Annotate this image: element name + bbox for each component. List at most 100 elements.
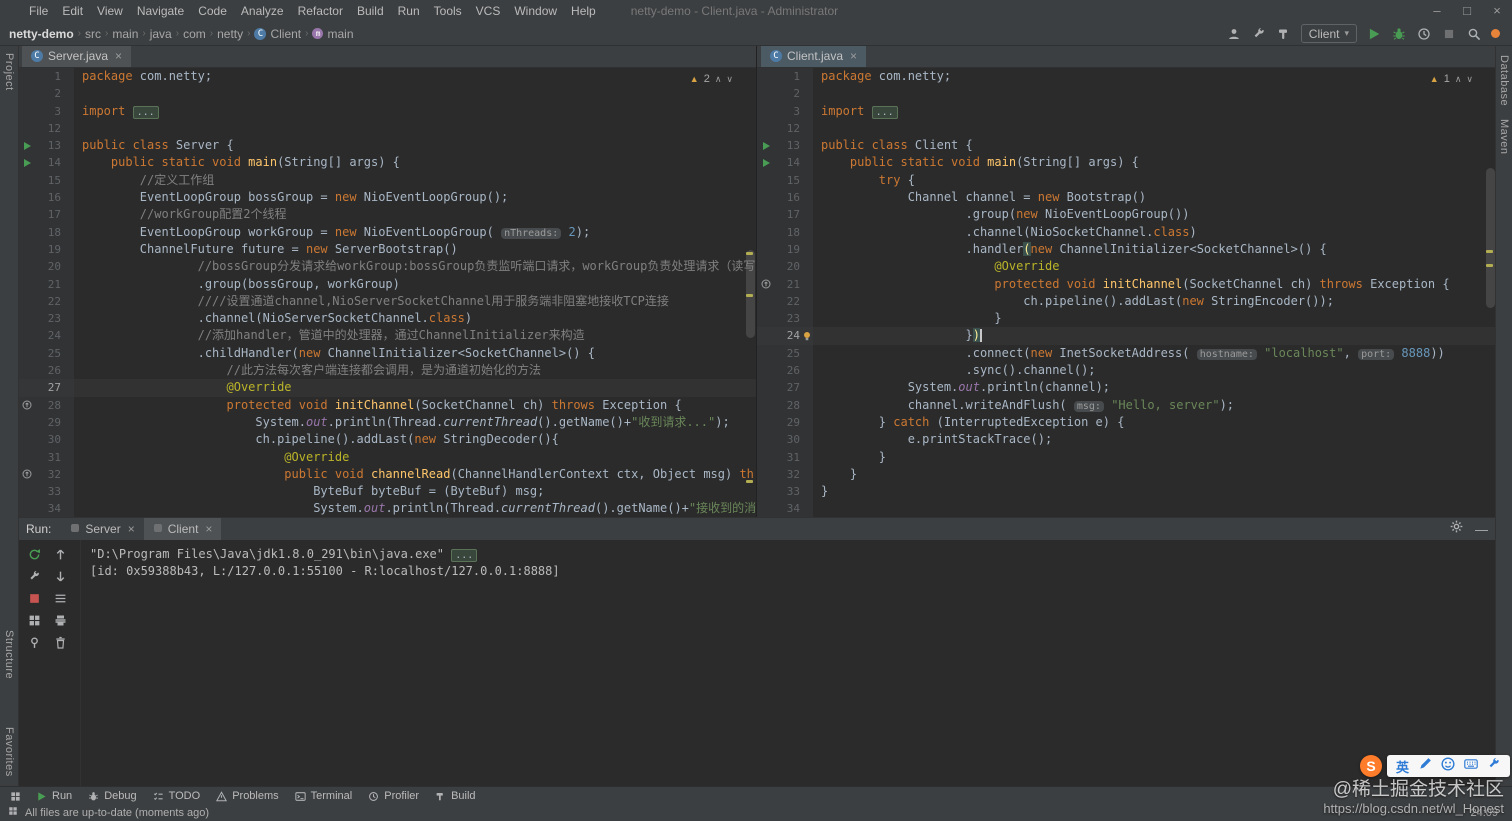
inspections-widget[interactable]: ▲ 2 ∧ ∨ [684, 72, 738, 86]
next-error-icon[interactable]: ∨ [1466, 74, 1473, 85]
gutter[interactable]: 32 [757, 465, 813, 484]
pen-icon[interactable] [1418, 757, 1432, 776]
line-number[interactable]: 33 [774, 483, 800, 500]
toolwindow-button-problems[interactable]: Problems [208, 787, 286, 805]
line-number[interactable]: 16 [774, 189, 800, 206]
breadcrumb-item-src[interactable]: src [82, 27, 104, 41]
gutter[interactable]: 2 [18, 85, 74, 103]
code-line[interactable]: 21 protected void initChannel(SocketChan… [757, 275, 1496, 293]
gutter[interactable]: 16 [757, 189, 813, 207]
toolwindow-button-build[interactable]: Build [427, 787, 483, 805]
rerun-icon[interactable] [26, 546, 43, 563]
code-line[interactable]: 12 [757, 119, 1496, 138]
gutter[interactable]: 2 [757, 85, 813, 103]
sidebar-item-favorites[interactable]: Favorites [0, 727, 18, 777]
line-number[interactable]: 27 [774, 379, 800, 396]
gutter[interactable]: 20 [18, 258, 74, 276]
gutter[interactable]: 13 [18, 137, 74, 155]
code-line[interactable]: 30 e.printStackTrace(); [757, 431, 1496, 449]
code-editor[interactable]: 1 package com.netty; 2 3 import ... 12 13 publi… [757, 68, 1496, 517]
caret-position[interactable]: 24:09 [1470, 807, 1504, 819]
code-line[interactable]: 17 //workGroup配置2个线程 [18, 206, 756, 224]
status-grid-icon[interactable] [8, 806, 18, 819]
code-line[interactable]: 13 public class Server { [18, 137, 756, 155]
gutter[interactable]: 14 [18, 154, 74, 172]
gutter[interactable]: 15 [757, 171, 813, 190]
code-line[interactable]: 12 [18, 119, 756, 138]
stop-icon[interactable] [26, 590, 43, 607]
gutter[interactable]: 24 [18, 327, 74, 345]
printer-icon[interactable] [52, 612, 69, 629]
minimize-icon[interactable]: – [1422, 0, 1452, 22]
run-gutter-icon[interactable] [18, 158, 35, 168]
line-number[interactable]: 33 [35, 483, 61, 500]
override-gutter-icon[interactable] [18, 400, 35, 410]
line-number[interactable]: 30 [35, 431, 61, 448]
line-number[interactable]: 32 [35, 466, 61, 483]
menu-vcs[interactable]: VCS [469, 4, 508, 18]
line-number[interactable]: 19 [774, 241, 800, 258]
ime-settings-icon[interactable] [1487, 757, 1501, 776]
line-number[interactable]: 21 [35, 276, 61, 293]
line-number[interactable]: 12 [774, 120, 800, 137]
gutter[interactable]: 18 [757, 223, 813, 241]
gutter[interactable]: 25 [18, 344, 74, 363]
gutter[interactable]: 17 [18, 206, 74, 224]
code-editor[interactable]: 1 package com.netty; 2 3 import ... 12 13 publi… [18, 68, 756, 517]
gutter[interactable]: 30 [18, 431, 74, 449]
line-number[interactable]: 17 [774, 206, 800, 223]
gutter[interactable]: 28 [757, 396, 813, 414]
gutter[interactable]: 21 [757, 275, 813, 293]
gutter[interactable]: 33 [18, 483, 74, 501]
profiler-button[interactable] [1416, 26, 1432, 42]
code-line[interactable]: 28 channel.writeAndFlush( msg: "Hello, s… [757, 396, 1496, 414]
gutter[interactable]: 13 [757, 137, 813, 155]
gutter[interactable]: 17 [757, 206, 813, 224]
run-console[interactable]: "D:\Program Files\Java\jdk1.8.0_291\bin\… [80, 540, 1496, 787]
warning-stripe-mark[interactable] [746, 294, 753, 297]
maximize-icon[interactable]: □ [1452, 0, 1482, 22]
line-number[interactable]: 17 [35, 206, 61, 223]
gear-icon[interactable] [1450, 520, 1463, 538]
line-number[interactable]: 23 [774, 310, 800, 327]
close-icon[interactable]: × [115, 49, 122, 63]
menu-help[interactable]: Help [564, 4, 603, 18]
line-number[interactable]: 25 [35, 345, 61, 362]
gutter[interactable]: 21 [18, 275, 74, 293]
line-number[interactable]: 28 [35, 397, 61, 414]
line-number[interactable]: 21 [774, 276, 800, 293]
menu-run[interactable]: Run [391, 4, 427, 18]
code-line[interactable]: 13 public class Client { [757, 137, 1496, 155]
warning-stripe-mark[interactable] [746, 252, 753, 255]
toolwindow-button-terminal[interactable]: Terminal [287, 787, 361, 805]
code-line[interactable]: 28 protected void initChannel(SocketChan… [18, 396, 756, 414]
trash-icon[interactable] [52, 634, 69, 651]
input-method-logo[interactable]: S [1359, 755, 1382, 777]
wrench-icon[interactable] [1251, 26, 1267, 42]
code-line[interactable]: 15 try { [757, 171, 1496, 190]
gutter[interactable]: 20 [757, 258, 813, 276]
gutter[interactable]: 24 [757, 327, 813, 345]
run-tab-client[interactable]: Client × [143, 518, 222, 540]
line-number[interactable]: 2 [774, 85, 800, 102]
line-number[interactable]: 31 [774, 449, 800, 466]
line-number[interactable]: 30 [774, 431, 800, 448]
gutter[interactable]: 3 [18, 102, 74, 120]
code-line[interactable]: 20 //bossGroup分发请求给workGroup:bossGroup负责… [18, 258, 756, 276]
close-icon[interactable]: × [850, 49, 857, 63]
code-line[interactable]: 3 import ... [18, 102, 756, 120]
code-line[interactable]: 33} [757, 483, 1496, 501]
line-number[interactable]: 18 [774, 224, 800, 241]
code-line[interactable]: 29 } catch (InterruptedException e) { [757, 413, 1496, 432]
line-number[interactable]: 26 [774, 362, 800, 379]
menu-window[interactable]: Window [507, 4, 564, 18]
code-line[interactable]: 14 public static void main(String[] args… [18, 154, 756, 172]
breadcrumb-item-main[interactable]: m main [309, 27, 356, 41]
code-line[interactable]: 21 .group(bossGroup, workGroup) [18, 275, 756, 293]
line-number[interactable]: 3 [774, 103, 800, 120]
code-line[interactable]: 1 package com.netty; [18, 68, 756, 86]
warning-stripe-mark[interactable] [746, 480, 753, 483]
gutter[interactable]: 1 [757, 68, 813, 86]
override-gutter-icon[interactable] [757, 279, 774, 289]
debug-button[interactable] [1391, 26, 1407, 42]
